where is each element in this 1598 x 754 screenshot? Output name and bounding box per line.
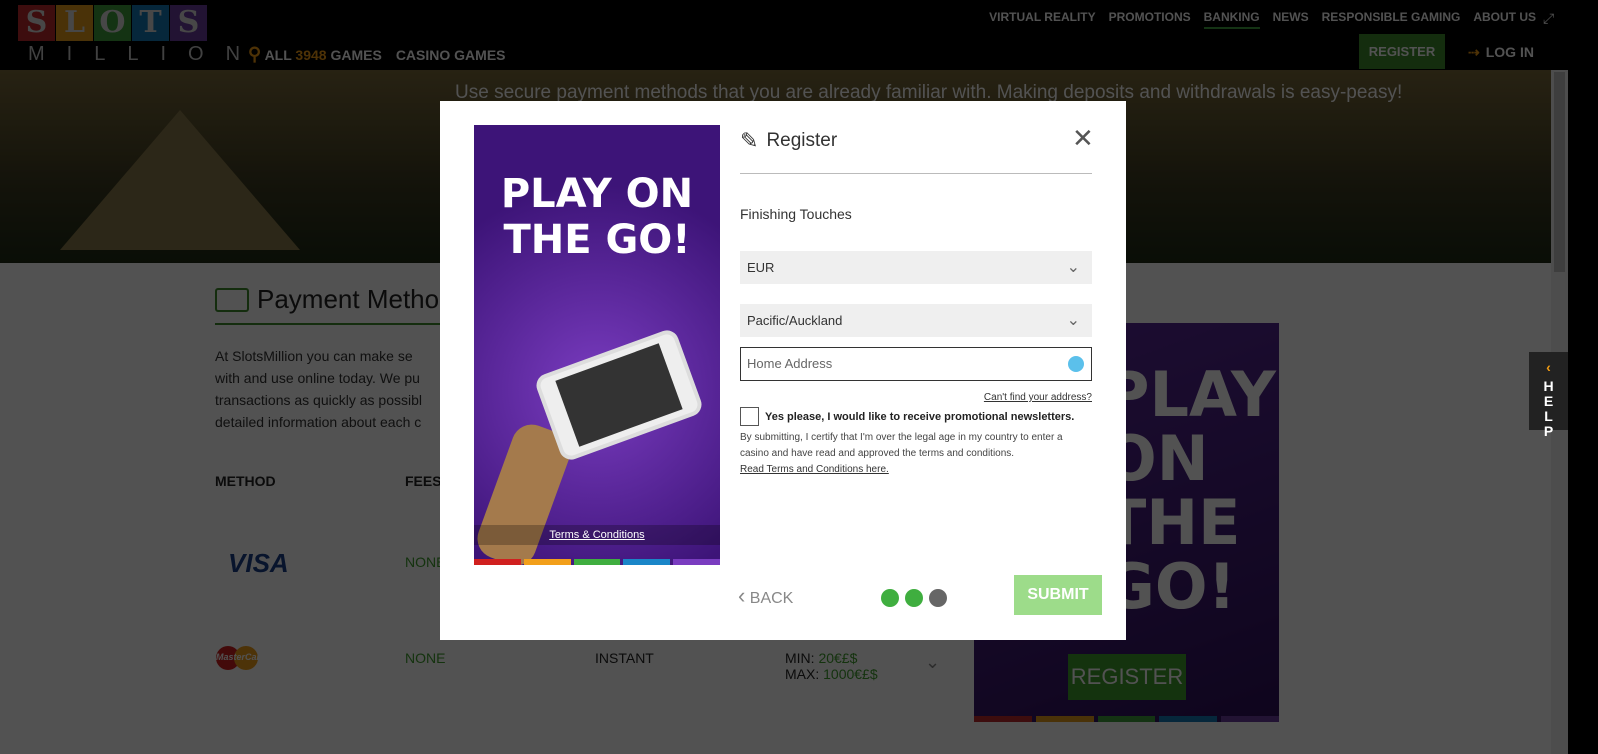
intro-line: with and use online today. We pu [215,370,420,386]
intro-text: At SlotsMillion you can make se with and… [215,345,455,433]
scrollbar-thumb[interactable] [1554,72,1565,272]
column-method: METHOD [215,473,276,489]
login-button[interactable]: ⇢ LOG IN [1468,44,1534,61]
currency-value: EUR [747,260,775,275]
timezone-value: Pacific/Auckland [747,313,843,328]
min-value: 20€£$ [818,650,858,666]
column-fees: FEES [405,473,442,489]
top-nav: VIRTUAL REALITY PROMOTIONS BANKING NEWS … [989,10,1536,29]
help-label: HELP [1543,378,1554,439]
location-icon[interactable] [1068,356,1084,372]
nav-promotions[interactable]: PROMOTIONS [1109,10,1191,29]
nav-responsible-gaming[interactable]: RESPONSIBLE GAMING [1322,10,1461,29]
register-modal: PLAY ON THE GO! Terms & Conditions ✎ Regi… [440,101,1126,640]
logo[interactable]: S L O T S MILLION [18,5,262,66]
chevron-left-icon: ‹ [738,583,746,608]
legal-statement: By submitting, I certify that I'm over t… [740,432,1063,459]
mastercard-logo: MasterCard [216,646,266,670]
submit-button[interactable]: SUBMIT [1014,575,1102,615]
search-icon: ⚲ [248,44,262,64]
visa-logo: VISA [228,548,289,578]
mastercard-logo-text: MasterCard [216,652,266,662]
logo-tile: T [132,5,169,41]
divider [215,323,455,325]
credit-card-icon [215,287,249,312]
newsletter-option[interactable]: Yes please, I would like to receive prom… [740,407,1092,426]
chevron-down-icon: ⌄ [1066,259,1080,276]
header: S L O T S MILLION ⚲ ALL 3948 GAMES CASIN… [0,0,1598,70]
login-icon: ⇢ [1468,44,1480,60]
promo-image: PLAY ON THE GO! Terms & Conditions [474,125,720,565]
register-button[interactable]: REGISTER [1359,34,1445,69]
step-dot-done [905,589,923,607]
casino-games-link[interactable]: CASINO GAMES [396,47,506,63]
logo-subtitle: MILLION [28,43,263,65]
back-button[interactable]: ‹ BACK [738,583,793,609]
min-limit: MIN: 20€£$ [785,650,857,666]
all-label: ALL [264,47,292,63]
modal-title-text: Register [766,130,838,151]
logo-tile: S [18,5,55,41]
ad-title: PLAY ON THE GO! [1104,358,1276,623]
nav-virtual-reality[interactable]: VIRTUAL REALITY [989,10,1095,29]
nav-news[interactable]: NEWS [1273,10,1309,29]
color-stripes [974,716,1279,722]
intro-line: At SlotsMillion you can make se [215,348,413,364]
address-placeholder: Home Address [747,356,833,371]
page-title: Payment Methods [215,284,467,315]
cant-find-address-link[interactable]: Can't find your address? [740,392,1092,403]
promo-terms-link[interactable]: Terms & Conditions [474,525,720,545]
terms-link[interactable]: Read Terms and Conditions here. [740,464,889,475]
step-subtitle: Finishing Touches [740,206,852,222]
step-dot-done [881,589,899,607]
step-indicator [881,589,947,607]
pyramid-image [60,110,300,250]
chevron-left-icon: ‹ [1546,359,1551,375]
intro-line: detailed information about each c [215,414,422,430]
logo-tile: L [56,5,93,41]
max-value: 1000€£$ [823,666,878,682]
intro-line: transactions as quickly as possibl [215,392,422,408]
games-count: 3948 [295,47,327,63]
max-label: MAX: [785,666,820,682]
page-title-text: Payment Methods [257,284,467,314]
back-label: BACK [749,590,794,607]
close-icon[interactable]: ✕ [1072,123,1094,154]
phone-image [533,327,705,463]
nav-about-us[interactable]: ABOUT US [1473,10,1536,29]
timezone-select[interactable]: Pacific/Auckland ⌄ [740,304,1092,337]
logo-tile: O [94,5,131,41]
help-tab[interactable]: ‹ HELP [1529,352,1568,439]
modal-title: ✎ Register [740,128,1092,154]
chevron-down-icon: ⌄ [1066,312,1080,329]
max-limit: MAX: 1000€£$ [785,666,878,682]
newsletter-label: Yes please, I would like to receive prom… [765,410,1075,423]
step-dot-current [929,589,947,607]
login-label: LOG IN [1485,44,1534,60]
ad-register-button[interactable]: REGISTER [1068,654,1186,700]
fees-value: NONE [405,650,446,666]
home-address-input[interactable]: Home Address [740,347,1092,381]
currency-select[interactable]: EUR ⌄ [740,251,1092,284]
all-games-link[interactable]: ⚲ ALL 3948 GAMES [248,44,382,65]
expand-icon[interactable]: ⤢ [1543,10,1554,27]
time-value: INSTANT [595,650,654,666]
edit-form-icon: ✎ [740,128,759,153]
logo-tile: S [170,5,207,41]
expand-row-chevron-icon[interactable]: ⌄ [925,652,940,673]
divider [740,173,1092,174]
newsletter-checkbox[interactable] [740,407,759,426]
games-label: GAMES [330,47,382,63]
promo-title: PLAY ON THE GO! [500,171,694,263]
color-stripes [474,559,720,565]
legal-text: By submitting, I certify that I'm over t… [740,430,1092,478]
min-label: MIN: [785,650,815,666]
nav-banking[interactable]: BANKING [1203,10,1260,29]
